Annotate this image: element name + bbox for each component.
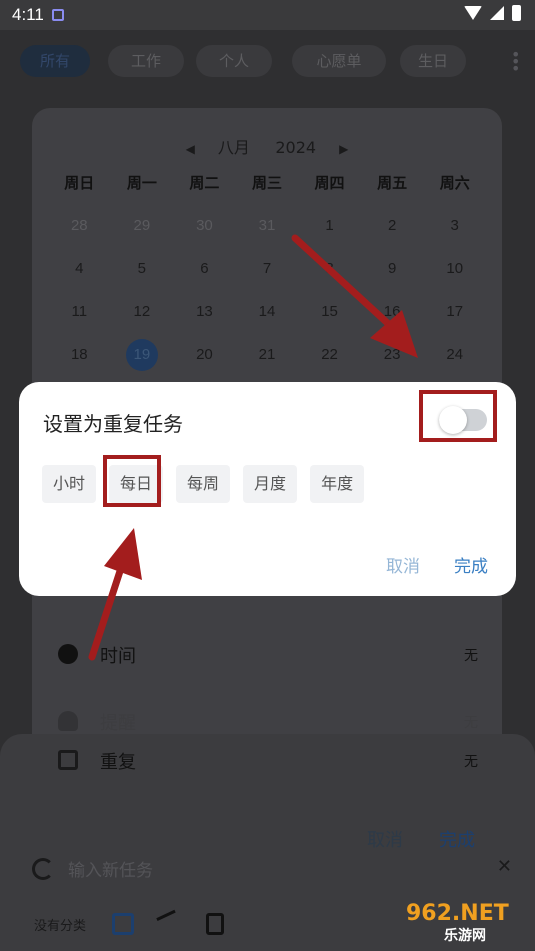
annotation-box-daily	[103, 455, 161, 507]
date-dialog-actions: 取消 完成	[367, 826, 475, 852]
calendar-day[interactable]: 30	[173, 214, 236, 237]
weekday-label: 周五	[377, 174, 408, 192]
calendar-day[interactable]: 7	[236, 257, 299, 280]
watermark-subtext: 乐游网	[444, 927, 486, 944]
repeat-value: 无	[464, 754, 478, 770]
selected-day-label: 19	[125, 339, 158, 371]
calendar-day[interactable]: 18	[48, 343, 111, 366]
calendar-day[interactable]: 31	[236, 214, 299, 237]
time-value: 无	[464, 648, 478, 664]
calendar-day[interactable]: 16	[361, 300, 424, 323]
calendar-icon[interactable]	[112, 913, 135, 935]
calendar-day[interactable]: 12	[111, 300, 174, 323]
status-time: 4:11	[12, 5, 44, 24]
repeat-setting-row[interactable]: 重复 无	[58, 746, 478, 776]
calendar-day[interactable]: 15	[298, 300, 361, 323]
calendar-day[interactable]: 20	[173, 343, 236, 366]
calendar-day[interactable]: 2	[361, 214, 424, 237]
tab-all[interactable]: 所有	[20, 45, 90, 77]
date-cancel-button[interactable]: 取消	[367, 826, 403, 852]
calendar-day[interactable]: 10	[423, 257, 486, 280]
calendar-day[interactable]: 21	[236, 343, 299, 366]
signal-icon	[490, 6, 504, 20]
weekday-header: 周日 周一 周二 周三 周四 周五 周六	[48, 172, 486, 193]
repeat-options: 小时 每日 每周 月度 年度	[42, 465, 365, 503]
time-setting-row[interactable]: 时间 无	[58, 640, 478, 670]
month-label: 八月	[217, 138, 250, 157]
task-input[interactable]: 输入新任务	[68, 856, 153, 881]
repeat-option-hourly[interactable]: 小时	[42, 465, 97, 503]
status-bar: 4:11	[0, 0, 535, 30]
calendar-day[interactable]: 8	[298, 257, 361, 280]
calendar-day[interactable]: 29	[111, 214, 174, 237]
repeat-cancel-button[interactable]: 取消	[386, 552, 420, 577]
calendar-day[interactable]: 4	[48, 257, 111, 280]
reminder-value: 无	[464, 715, 478, 731]
next-month-icon[interactable]: ▶	[339, 142, 348, 156]
month-header: ◀ 八月 2024 ▶	[32, 134, 502, 158]
tab-personal[interactable]: 个人	[196, 45, 272, 77]
calendar-app-icon	[52, 9, 64, 21]
time-label: 时间	[100, 646, 136, 667]
tab-work[interactable]: 工作	[108, 45, 184, 77]
tab-birthday[interactable]: 生日	[400, 45, 466, 77]
date-done-button[interactable]: 完成	[439, 826, 475, 852]
calendar-day[interactable]: 11	[48, 300, 111, 323]
calendar-day[interactable]: 17	[423, 300, 486, 323]
battery-icon	[512, 5, 521, 21]
task-toolbar: 没有分类	[34, 909, 434, 939]
circle-icon	[32, 858, 54, 880]
category-tabs: 所有 工作 个人 心愿单 生日 • • •	[0, 45, 535, 81]
calendar-day-selected[interactable]: 19	[111, 339, 174, 371]
close-icon[interactable]: ✕	[497, 856, 512, 877]
more-icon[interactable]: • • •	[511, 47, 520, 77]
task-input-row[interactable]: 输入新任务 ✕	[32, 856, 512, 886]
calendar-day[interactable]: 5	[111, 257, 174, 280]
repeat-option-yearly[interactable]: 年度	[310, 465, 365, 503]
repeat-icon	[58, 750, 78, 770]
clock-icon	[58, 644, 78, 664]
clipboard-icon[interactable]	[206, 913, 225, 935]
reminder-setting-row[interactable]: 提醒 无	[58, 707, 478, 737]
calendar-day[interactable]: 1	[298, 214, 361, 237]
repeat-option-weekly[interactable]: 每周	[176, 465, 231, 503]
bell-icon	[58, 711, 78, 731]
prev-month-icon[interactable]: ◀	[186, 142, 195, 156]
weekday-label: 周二	[189, 174, 220, 192]
calendar-day[interactable]: 23	[361, 343, 424, 366]
repeat-done-button[interactable]: 完成	[454, 552, 488, 577]
category-selector[interactable]: 没有分类	[34, 915, 86, 934]
calendar-day[interactable]: 3	[423, 214, 486, 237]
reminder-label: 提醒	[100, 713, 136, 734]
weekday-label: 周四	[314, 174, 345, 192]
annotation-box-toggle	[419, 390, 497, 442]
calendar-day[interactable]: 28	[48, 214, 111, 237]
watermark-logo: 962.NET 乐游网	[406, 901, 509, 944]
weekday-label: 周三	[251, 174, 282, 192]
repeat-dialog-title: 设置为重复任务	[43, 412, 183, 436]
watermark-text: 962.NET	[406, 901, 509, 926]
year-label: 2024	[275, 138, 317, 157]
calendar-day[interactable]: 13	[173, 300, 236, 323]
repeat-option-monthly[interactable]: 月度	[243, 465, 298, 503]
calendar-day[interactable]: 6	[173, 257, 236, 280]
subtask-icon[interactable]	[156, 909, 184, 939]
calendar-day[interactable]: 14	[236, 300, 299, 323]
status-icons	[464, 5, 521, 21]
weekday-label: 周日	[64, 174, 95, 192]
repeat-label: 重复	[100, 752, 136, 773]
repeat-dialog-actions: 取消 完成	[386, 552, 488, 577]
weekday-label: 周一	[126, 174, 157, 192]
calendar-day[interactable]: 22	[298, 343, 361, 366]
repeat-task-dialog: 设置为重复任务 小时 每日 每周 月度 年度 取消 完成	[19, 382, 516, 596]
tab-wishlist[interactable]: 心愿单	[292, 45, 386, 77]
calendar-grid: 28 29 30 31 1 2 3 4 5 6 7 8 9 10 11 12 1…	[48, 214, 486, 371]
weekday-label: 周六	[439, 174, 470, 192]
calendar-day[interactable]: 24	[423, 343, 486, 366]
calendar-day[interactable]: 9	[361, 257, 424, 280]
wifi-icon	[464, 6, 482, 20]
